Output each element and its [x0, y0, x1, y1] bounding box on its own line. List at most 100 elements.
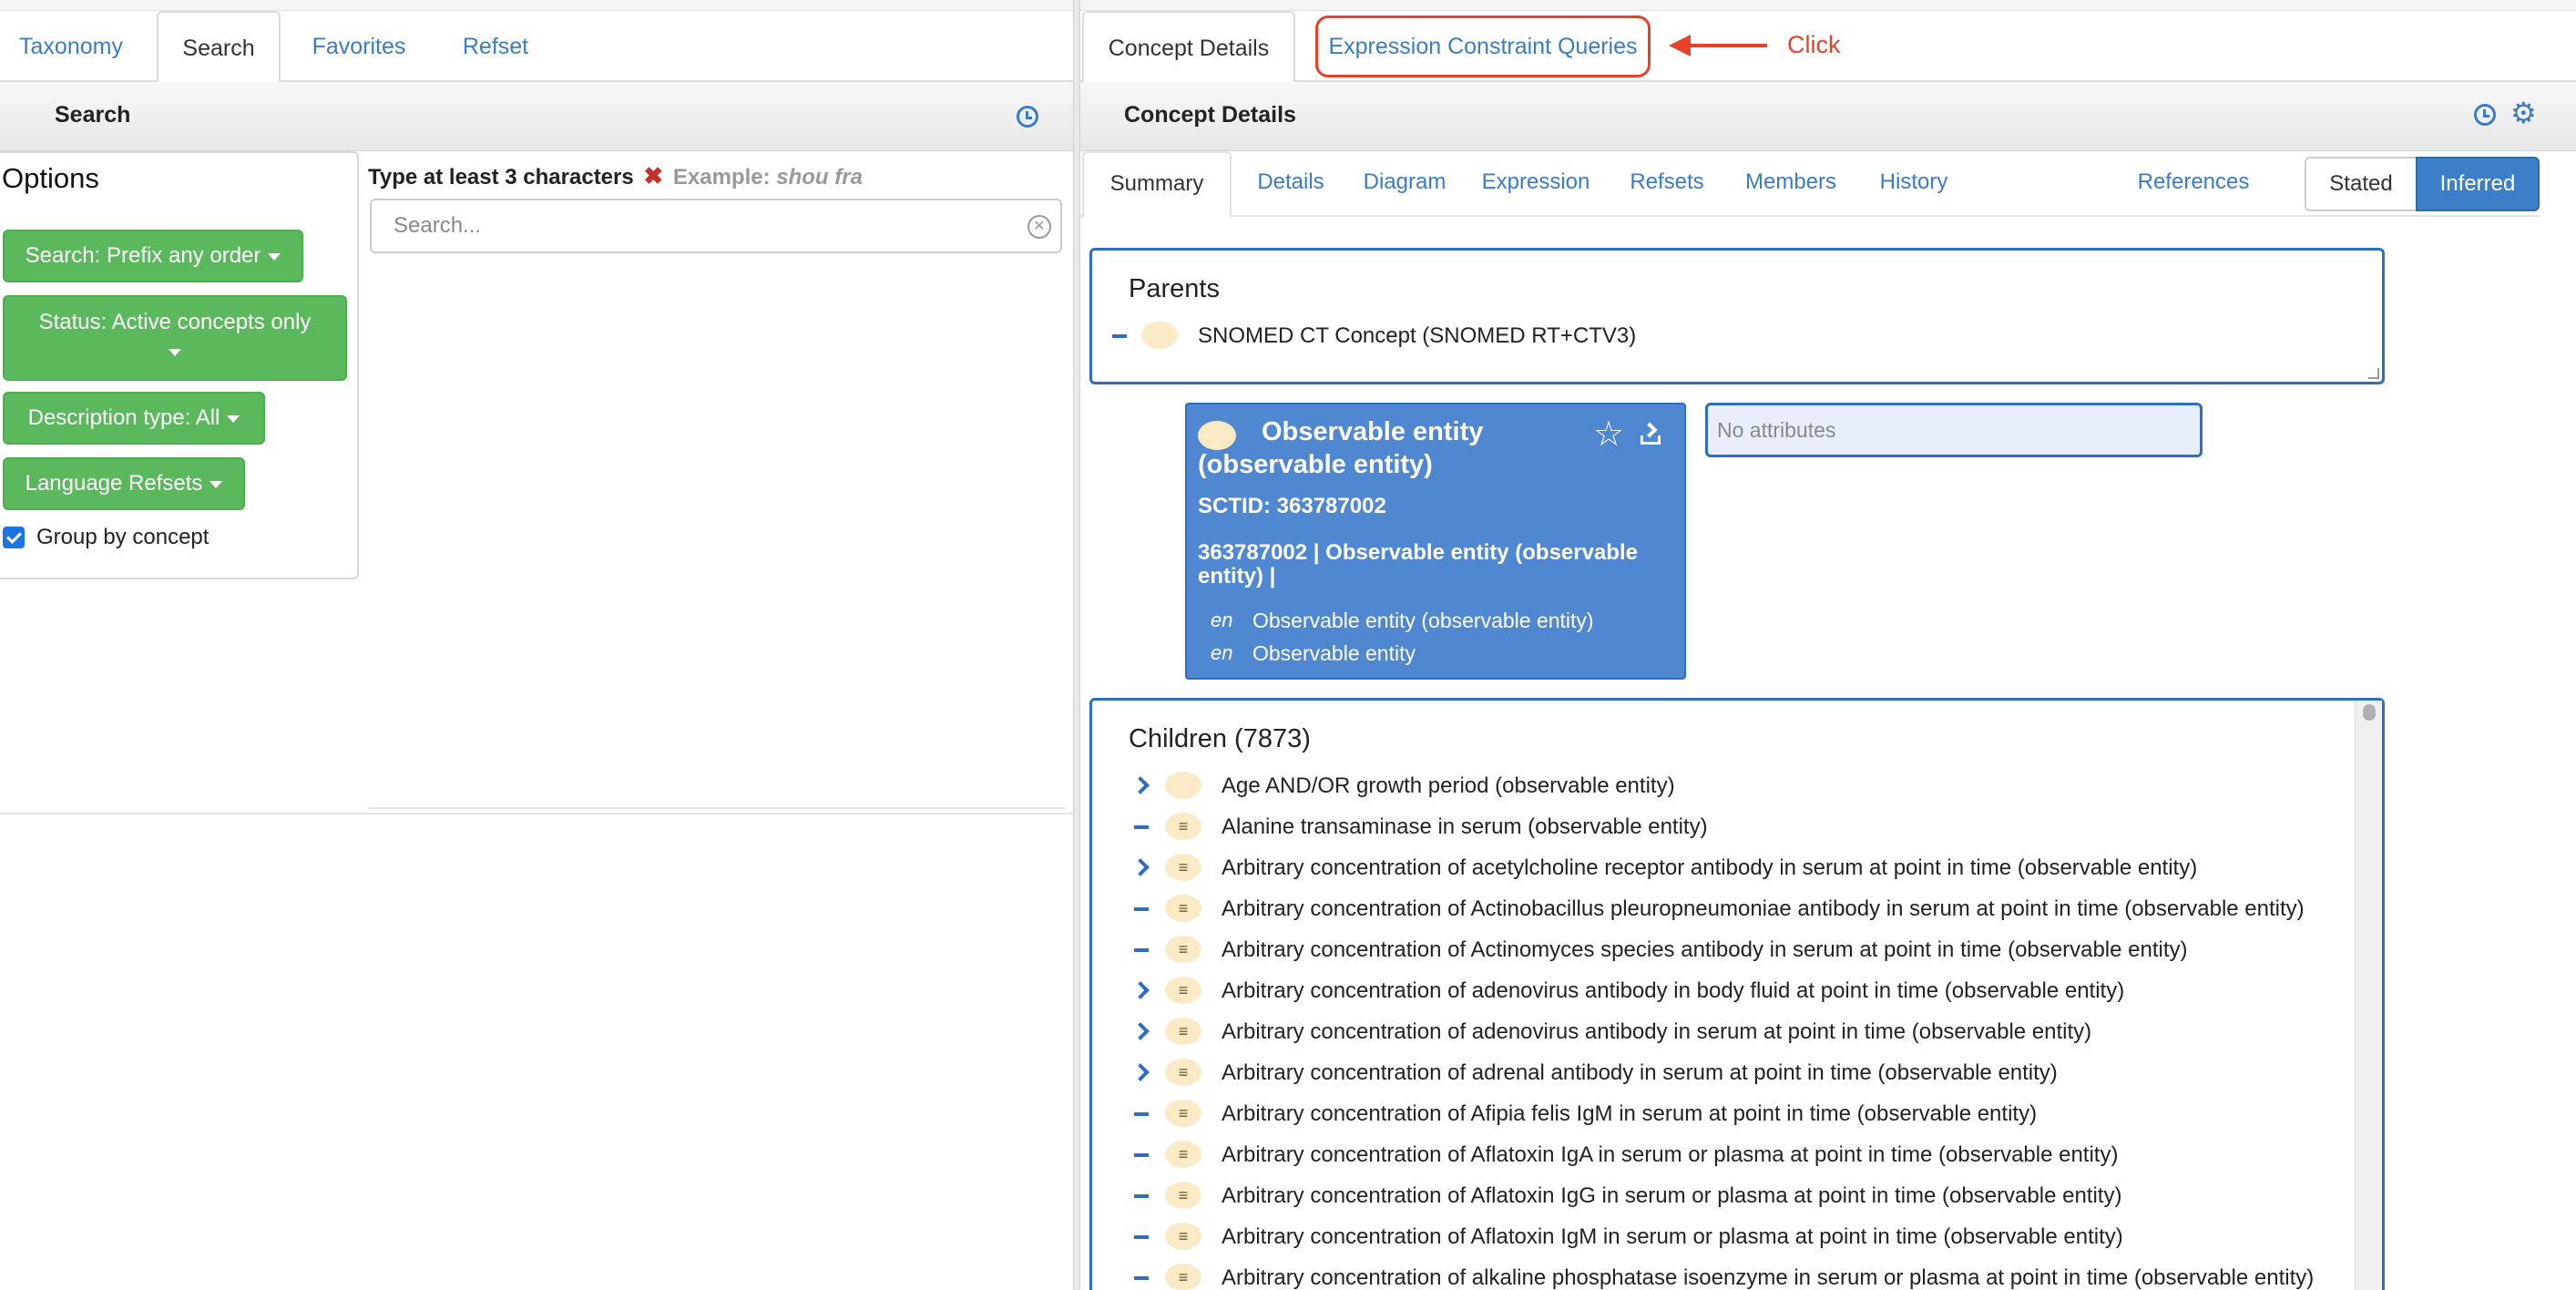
defined-concept-icon [1141, 322, 1178, 349]
primitive-concept-icon: ≡ [1165, 1018, 1201, 1045]
inferred-toggle-button[interactable]: Inferred [2416, 157, 2540, 211]
search-panel-header: Search [0, 82, 1073, 151]
gear-icon[interactable]: ⚙ [2510, 98, 2537, 128]
child-concept-link[interactable]: Arbitrary concentration of Afipia felis … [1222, 1101, 2037, 1127]
expand-chevron-icon[interactable] [1131, 1022, 1150, 1040]
child-concept-link[interactable]: Arbitrary concentration of Actinobacillu… [1222, 896, 2305, 922]
child-concept-link[interactable]: Arbitrary concentration of adenovirus an… [1222, 1019, 2091, 1045]
child-concept-link[interactable]: Arbitrary concentration of Actinomyces s… [1222, 937, 2188, 963]
description-type-dropdown[interactable]: Description type: All [3, 392, 265, 445]
collapse-icon[interactable] [1134, 907, 1149, 911]
concept-details-title: Concept Details [1124, 102, 1296, 128]
group-by-concept-label: Group by concept [36, 525, 210, 549]
resize-handle[interactable] [2368, 368, 2379, 379]
children-scrollbar[interactable] [2355, 701, 2382, 1290]
pane-splitter[interactable] [1073, 0, 1080, 1290]
expand-chevron-icon[interactable] [1131, 858, 1150, 876]
options-panel: Options Search: Prefix any order Status:… [0, 151, 359, 579]
tab-search[interactable]: Search [157, 11, 281, 84]
parents-title: Parents [1129, 274, 1220, 303]
child-concept-link[interactable]: Arbitrary concentration of acetylcholine… [1222, 855, 2197, 881]
tab-refset[interactable]: Refset [435, 11, 556, 82]
child-concept-link[interactable]: Arbitrary concentration of Aflatoxin IgM… [1222, 1224, 2123, 1250]
subtab-refsets[interactable]: Refsets [1614, 151, 1720, 217]
primitive-concept-icon: ≡ [1165, 1100, 1201, 1127]
focus-sctid: SCTID: 363787002 [1198, 494, 1386, 518]
star-favorite-icon[interactable]: ☆ [1593, 414, 1624, 455]
click-annotation: Click [1787, 31, 1841, 58]
top-strip [1080, 0, 2576, 11]
subtab-expression[interactable]: Expression [1467, 151, 1605, 217]
primitive-concept-icon: ≡ [1165, 1223, 1201, 1250]
right-tab-bar: Concept Details Expression Constraint Qu… [1080, 11, 2576, 84]
caret-down-icon [169, 348, 181, 356]
search-area: Type at least 3 characters ✖ Example: sh… [368, 151, 1066, 809]
search-pane: Taxonomy Search Favorites Refset Search … [0, 0, 1073, 1290]
tab-favorites[interactable]: Favorites [290, 11, 428, 82]
language-refsets-dropdown[interactable]: Language Refsets [3, 457, 245, 510]
arrow-shaft [1689, 44, 1767, 47]
export-icon[interactable] [1641, 423, 1661, 445]
status-label: Status: Active concepts only [38, 310, 312, 334]
collapse-icon[interactable] [1134, 1276, 1149, 1280]
child-concept-link[interactable]: Age AND/OR growth period (observable ent… [1222, 773, 1675, 799]
stated-toggle-button[interactable]: Stated [2305, 157, 2418, 211]
description-term: Observable entity [1252, 641, 1416, 665]
expand-chevron-icon[interactable] [1131, 776, 1150, 794]
child-concept-link[interactable]: Arbitrary concentration of adrenal antib… [1222, 1060, 2058, 1086]
expand-chevron-icon[interactable] [1131, 981, 1150, 999]
focus-full-term: 363787002 | Observable entity (observabl… [1198, 540, 1638, 589]
focus-concept-card: Observable entity (observable entity) ☆ … [1185, 403, 1686, 680]
collapse-icon[interactable] [1134, 1235, 1149, 1239]
primitive-concept-icon: ≡ [1165, 1182, 1201, 1209]
concept-details-header: Concept Details ⚙ [1080, 82, 2576, 151]
collapse-icon[interactable] [1134, 948, 1149, 952]
collapse-icon[interactable] [1112, 334, 1127, 338]
description-term: Observable entity (observable entity) [1252, 609, 1594, 632]
attributes-box: No attributes [1705, 403, 2203, 457]
subtab-details[interactable]: Details [1241, 151, 1341, 217]
language-refsets-label: Language Refsets [25, 471, 203, 496]
search-panel-title: Search [55, 102, 131, 128]
focus-fsn: Observable entity (observable entity) [1198, 417, 1484, 479]
child-concept-link[interactable]: Arbitrary concentration of Aflatoxin IgA… [1222, 1142, 2118, 1168]
collapse-icon[interactable] [1134, 1194, 1149, 1198]
status-dropdown[interactable]: Status: Active concepts only [3, 295, 347, 381]
collapse-icon[interactable] [1134, 825, 1149, 829]
subtab-diagram[interactable]: Diagram [1350, 151, 1459, 217]
parent-concept-link[interactable]: SNOMED CT Concept (SNOMED RT+CTV3) [1198, 323, 1636, 349]
child-concept-link[interactable]: Arbitrary concentration of Aflatoxin IgG… [1222, 1183, 2121, 1209]
child-concept-link[interactable]: Arbitrary concentration of adenovirus an… [1222, 978, 2124, 1004]
history-clock-icon[interactable] [1017, 106, 1038, 128]
primitive-concept-icon: ≡ [1165, 854, 1201, 881]
clear-search-icon[interactable]: ✕ [1027, 215, 1051, 239]
description-language: en [1211, 641, 1233, 664]
search-mode-dropdown[interactable]: Search: Prefix any order [3, 230, 303, 282]
collapse-icon[interactable] [1134, 1153, 1149, 1157]
description-language: en [1211, 609, 1233, 631]
subtab-history[interactable]: History [1862, 151, 1966, 217]
history-clock-icon[interactable] [2474, 104, 2496, 126]
caret-down-icon [268, 252, 281, 261]
example-label: Example: [672, 165, 771, 189]
primitive-concept-icon: ≡ [1165, 895, 1201, 922]
scroll-thumb[interactable] [2363, 704, 2376, 721]
search-input[interactable] [370, 199, 1062, 253]
tab-taxonomy[interactable]: Taxonomy [0, 11, 142, 82]
primitive-concept-icon: ≡ [1165, 977, 1201, 1004]
primitive-concept-icon: ≡ [1165, 936, 1201, 963]
group-by-concept-checkbox[interactable] [3, 527, 25, 548]
child-concept-link[interactable]: Alanine transaminase in serum (observabl… [1222, 814, 1708, 840]
collapse-icon[interactable] [1134, 1112, 1149, 1116]
subtab-members[interactable]: Members [1729, 151, 1853, 217]
cross-icon: ✖ [643, 162, 664, 189]
child-concept-link[interactable]: Arbitrary concentration of alkaline phos… [1222, 1265, 2314, 1290]
tab-concept-details[interactable]: Concept Details [1082, 11, 1295, 84]
expand-chevron-icon[interactable] [1131, 1063, 1150, 1081]
subtab-summary[interactable]: Summary [1082, 151, 1232, 219]
caret-down-icon [210, 480, 223, 488]
subtab-references[interactable]: References [2121, 151, 2266, 217]
search-mode-label: Search: Prefix any order [25, 243, 261, 268]
top-strip [0, 0, 1073, 11]
hint-text: Type at least 3 characters [368, 165, 634, 189]
